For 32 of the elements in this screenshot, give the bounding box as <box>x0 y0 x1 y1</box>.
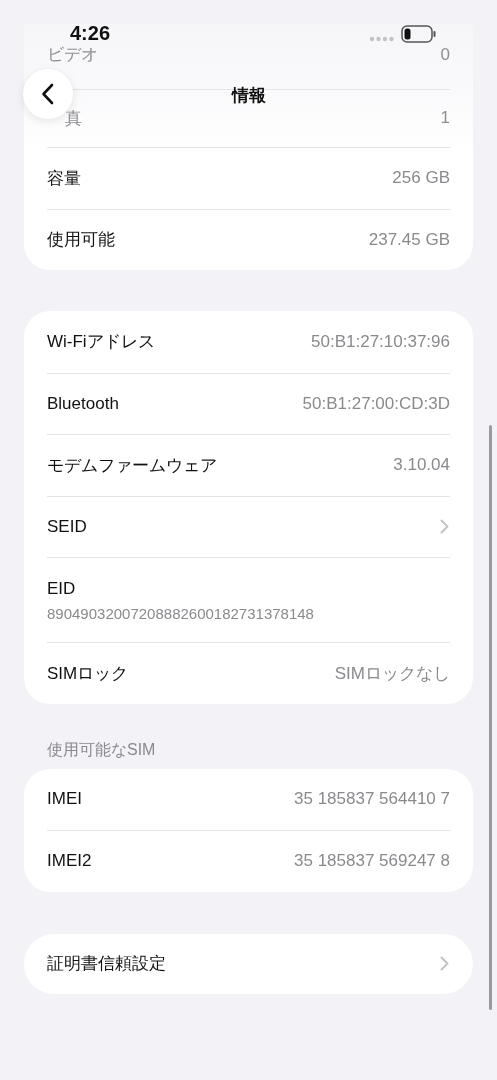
row-value: 3.10.04 <box>393 455 450 476</box>
status-time: 4:26 <box>70 22 111 45</box>
back-chevron-icon <box>41 83 55 105</box>
chevron-icon <box>440 519 449 535</box>
row-value: SIMロックなし <box>334 662 450 685</box>
row-label: SEID <box>47 516 87 537</box>
row-label: 証明書信頼設定 <box>47 953 166 975</box>
row-value: 1 <box>440 108 450 129</box>
row-label: SIMロック <box>47 662 129 685</box>
row-label: 容量 <box>47 167 81 190</box>
row-value: 35 185837 564410 7 <box>294 789 450 810</box>
chevron-icon <box>440 956 449 971</box>
row-value: 0 <box>440 44 450 65</box>
row-label: Wi-Fiアドレス <box>47 331 155 354</box>
row-value: 50:B1:27:10:37:96 <box>311 331 450 352</box>
row-label: EID <box>47 578 76 599</box>
battery-icon <box>401 25 437 43</box>
row-value: 89049032007208882600182731378148 <box>47 604 314 622</box>
signal-dots-icon <box>369 36 395 42</box>
row-value: 237.45 GB <box>368 229 450 250</box>
row-label: 真 <box>63 107 82 130</box>
row-value: 50:B1:27:00:CD:3D <box>302 393 450 414</box>
row-label: IMEI2 <box>47 851 92 872</box>
row-label: Bluetooth <box>47 393 119 414</box>
page-title: 情報 <box>231 85 266 107</box>
row-value: 35 185837 569247 8 <box>294 851 450 872</box>
row-label: 使用可能 <box>47 229 115 252</box>
row-label: IMEI <box>47 789 82 810</box>
row-value: 256 GB <box>392 168 450 189</box>
row-label: モデムファームウェア <box>47 454 217 477</box>
section-header: 使用可能なSIM <box>47 739 157 760</box>
row-label: ビデオ <box>47 44 98 67</box>
